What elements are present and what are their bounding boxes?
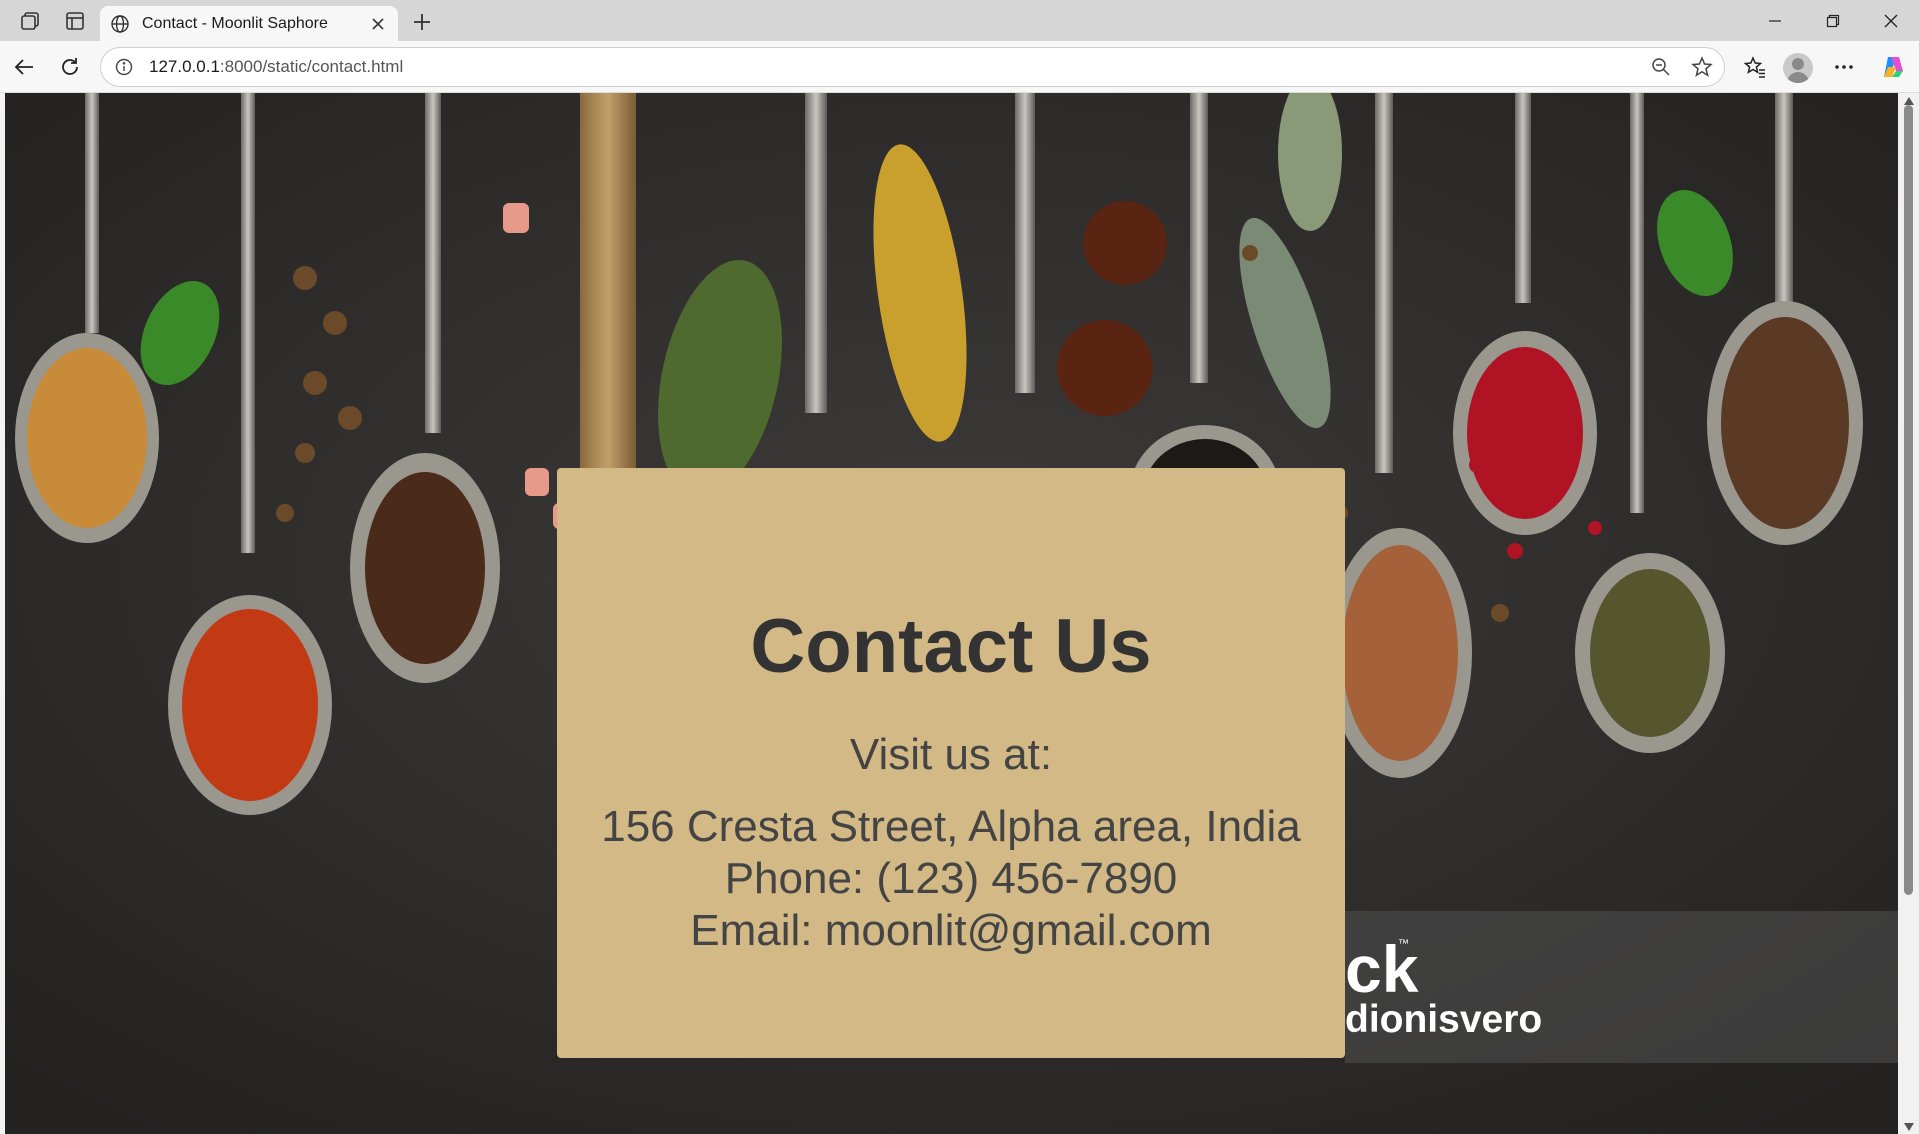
new-tab-icon[interactable] [408, 8, 436, 36]
close-window-icon[interactable] [1862, 0, 1919, 41]
phone-text: Phone: (123) 456-7890 [724, 854, 1178, 903]
tab-strip: Contact - Moonlit Saphore [0, 0, 1919, 41]
page-scrollbar[interactable] [1898, 93, 1919, 1134]
url-text[interactable]: 127.0.0.1:8000/static/contact.html [149, 57, 403, 77]
scroll-down-icon[interactable] [1903, 1121, 1914, 1132]
address-text: 156 Cresta Street, Alpha area, India [601, 802, 1301, 851]
minimize-icon[interactable] [1746, 0, 1804, 41]
url-path: :8000/static/contact.html [219, 57, 404, 76]
scroll-thumb[interactable] [1904, 105, 1913, 895]
address-bar[interactable]: 127.0.0.1:8000/static/contact.html [100, 47, 1725, 87]
favorite-star-icon[interactable] [1687, 52, 1717, 82]
restore-icon[interactable] [1804, 0, 1862, 41]
globe-icon [110, 14, 130, 34]
profile-avatar-icon[interactable] [1783, 53, 1813, 83]
active-tab[interactable]: Contact - Moonlit Saphore [100, 6, 398, 41]
workspaces-icon[interactable] [17, 8, 43, 34]
watermark-username: dionisvero [1345, 998, 1543, 1041]
close-tab-icon[interactable] [368, 14, 388, 34]
copilot-icon[interactable] [1877, 51, 1909, 83]
url-host: 127.0.0.1 [149, 57, 220, 76]
browser-toolbar: 127.0.0.1:8000/static/contact.html [0, 41, 1919, 93]
watermark-tm: ™ [1398, 938, 1409, 950]
back-icon[interactable] [8, 51, 40, 83]
refresh-icon[interactable] [54, 51, 86, 83]
tab-title: Contact - Moonlit Saphore [142, 14, 328, 32]
page-viewport: ck ™ dionisvero Contact Us Visit us at: … [5, 93, 1898, 1134]
email-text: Email: moonlit@gmail.com [690, 906, 1212, 955]
visit-label: Visit us at: [849, 730, 1053, 779]
vertical-tabs-icon[interactable] [62, 8, 88, 34]
zoom-out-icon[interactable] [1646, 52, 1676, 82]
more-icon[interactable] [1828, 51, 1860, 83]
site-info-icon[interactable] [113, 56, 135, 78]
contact-card: Contact Us Visit us at: 156 Cresta Stree… [557, 468, 1345, 1058]
favorites-icon[interactable] [1739, 51, 1771, 83]
page-title: Contact Us [750, 604, 1152, 689]
